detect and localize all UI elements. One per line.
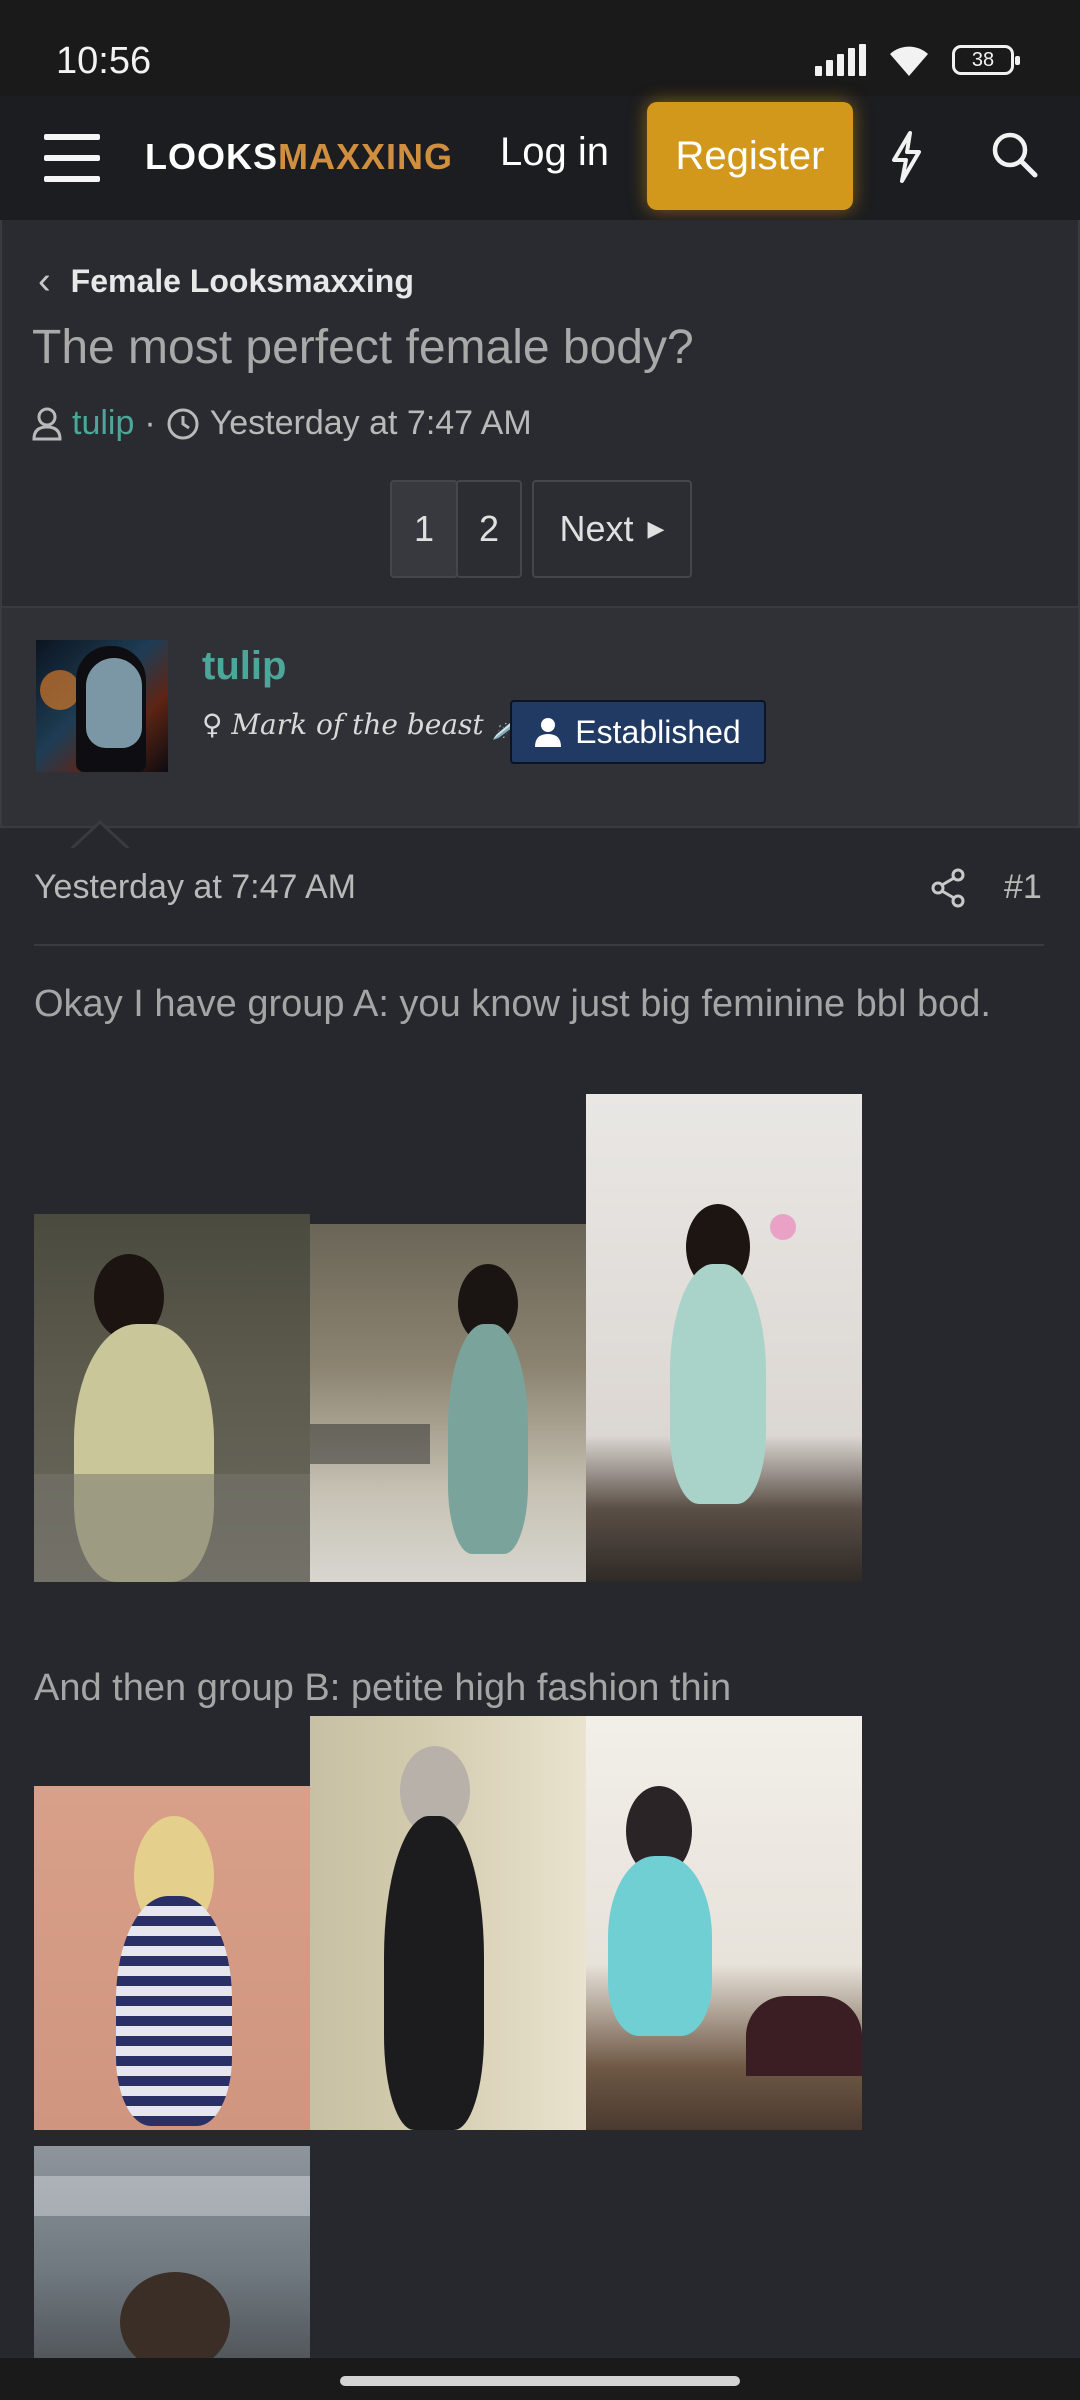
wifi-icon <box>890 46 928 76</box>
battery-icon: 38 <box>952 45 1020 75</box>
status-badge: Established <box>510 700 766 764</box>
post-date[interactable]: Yesterday at 7:47 AM <box>34 868 356 907</box>
thread-author[interactable]: tulip <box>72 404 134 443</box>
bolt-icon[interactable] <box>886 130 926 184</box>
avatar[interactable] <box>36 640 168 772</box>
page-title: The most perfect female body? <box>32 321 694 374</box>
breadcrumb-label[interactable]: Female Looksmaxxing <box>71 263 414 300</box>
clock-icon <box>167 408 199 439</box>
caret-right-icon: ▶ <box>647 516 665 541</box>
status-icons: 38 <box>815 42 1020 78</box>
thread-timestamp[interactable]: Yesterday at 7:47 AM <box>210 404 532 443</box>
post-image[interactable] <box>586 1094 862 1582</box>
meta-separator: · <box>144 404 156 442</box>
thread-header: ‹ Female Looksmaxxing The most perfect f… <box>0 220 1080 606</box>
menu-icon[interactable] <box>44 134 100 182</box>
page-1-button[interactable]: 1 <box>390 480 458 578</box>
post-image[interactable] <box>586 1716 862 2130</box>
next-page-button[interactable]: Next ▶ <box>532 480 692 578</box>
post-image[interactable] <box>34 1786 310 2130</box>
status-time: 10:56 <box>56 40 152 82</box>
post-username[interactable]: tulip <box>202 644 286 689</box>
post-body: Yesterday at 7:47 AM #1 Okay I have grou… <box>0 828 1080 2358</box>
chevron-left-icon: ‹ <box>38 260 51 302</box>
user-icon <box>32 407 62 440</box>
register-button[interactable]: Register <box>647 102 853 210</box>
pagination: 1 2 Next ▶ <box>390 480 692 578</box>
battery-level: 38 <box>971 48 995 71</box>
post-image[interactable] <box>34 1214 310 1582</box>
status-bar: 10:56 38 <box>0 0 1080 96</box>
signal-icon <box>815 44 866 76</box>
post-text-group-b: And then group B: petite high fashion th… <box>34 1667 732 1709</box>
next-label: Next <box>559 508 634 549</box>
search-icon[interactable] <box>990 130 1038 178</box>
post-image[interactable] <box>310 1224 586 1582</box>
user-title: ♀ Mark of the beast 🗡️ <box>202 708 528 741</box>
login-button[interactable]: Log in <box>500 130 609 175</box>
home-indicator[interactable] <box>340 2376 740 2386</box>
thread-meta: tulip · Yesterday at 7:47 AM <box>32 404 532 443</box>
post-text-group-a: Okay I have group A: you know just big f… <box>34 983 991 1025</box>
divider <box>34 944 1044 946</box>
post-image[interactable] <box>34 2146 310 2358</box>
breadcrumb[interactable]: ‹ Female Looksmaxxing <box>38 260 414 303</box>
user-icon <box>535 718 562 747</box>
app-header: LOOKSMAXXING Log in Register <box>0 96 1080 220</box>
share-icon[interactable] <box>930 868 966 908</box>
post-image[interactable] <box>310 1716 586 2130</box>
system-nav-bar <box>0 2358 1080 2400</box>
post-user-block: tulip ♀ Mark of the beast 🗡️ Established <box>0 606 1080 828</box>
site-logo[interactable]: LOOKSMAXXING <box>145 136 453 178</box>
page-2-button[interactable]: 2 <box>456 480 522 578</box>
post-number[interactable]: #1 <box>1004 868 1042 907</box>
badge-label: Established <box>575 713 741 750</box>
